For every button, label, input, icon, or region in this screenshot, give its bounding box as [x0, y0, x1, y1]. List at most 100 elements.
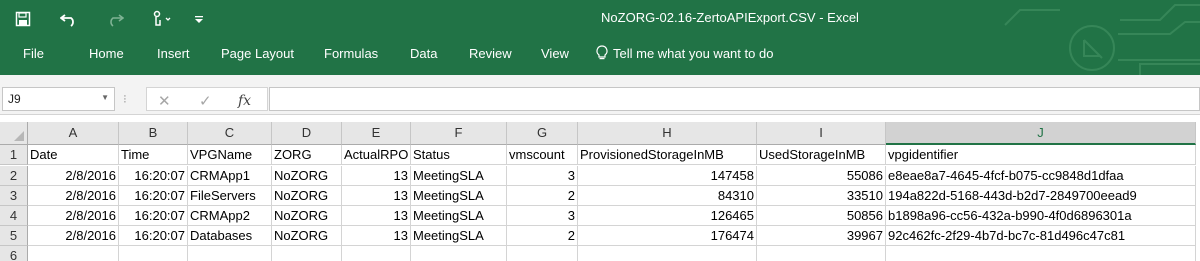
tab-review[interactable]: Review — [469, 46, 512, 61]
table-cell[interactable]: 2/8/2016 — [28, 206, 119, 226]
table-cell[interactable]: e8eae8a7-4645-4fcf-b075-cc9848d1dfaa — [886, 166, 1196, 186]
table-cell[interactable]: MeetingSLA — [411, 166, 507, 186]
table-cell[interactable] — [188, 246, 272, 261]
table-cell[interactable] — [507, 246, 578, 261]
table-cell[interactable]: NoZORG — [272, 206, 342, 226]
table-cell[interactable] — [28, 246, 119, 261]
header-cell[interactable]: UsedStorageInMB — [757, 145, 886, 165]
formula-bar-splitter[interactable]: ⁝ — [123, 92, 127, 106]
table-cell[interactable]: Databases — [188, 226, 272, 246]
worksheet-grid: A B C D E F G H I J 1 Date Time VPGName ZORG ActualRPO S… — [0, 122, 1200, 261]
circuit-decoration — [1004, 4, 1200, 75]
row-header-1[interactable]: 1 — [0, 145, 28, 165]
tab-formulas[interactable]: Formulas — [324, 46, 378, 61]
table-cell[interactable]: 176474 — [578, 226, 757, 246]
table-cell[interactable]: 16:20:07 — [119, 186, 188, 206]
table-cell[interactable]: 13 — [342, 166, 411, 186]
header-cell[interactable]: Date — [28, 145, 119, 165]
table-cell[interactable]: 39967 — [757, 226, 886, 246]
table-cell[interactable] — [411, 246, 507, 261]
table-cell[interactable]: 13 — [342, 226, 411, 246]
header-cell[interactable]: VPGName — [188, 145, 272, 165]
table-cell[interactable]: 147458 — [578, 166, 757, 186]
table-cell[interactable]: NoZORG — [272, 166, 342, 186]
column-header-a[interactable]: A — [28, 122, 119, 145]
table-cell[interactable]: 2 — [507, 226, 578, 246]
table-cell[interactable]: 2/8/2016 — [28, 186, 119, 206]
header-cell[interactable]: ZORG — [272, 145, 342, 165]
table-cell[interactable]: 2/8/2016 — [28, 226, 119, 246]
table-cell[interactable]: 194a822d-5168-443d-b2d7-2849700eead9 — [886, 186, 1196, 206]
table-cell[interactable]: 13 — [342, 186, 411, 206]
table-cell[interactable] — [886, 246, 1196, 261]
row-header-3[interactable]: 3 — [0, 186, 28, 206]
row-header-6[interactable]: 6 — [0, 246, 28, 261]
column-header-i[interactable]: I — [757, 122, 886, 145]
tab-file[interactable]: File — [23, 46, 44, 61]
column-header-h[interactable]: H — [578, 122, 757, 145]
ribbon-collapsed-area — [0, 75, 1200, 85]
header-cell[interactable]: vmscount — [507, 145, 578, 165]
column-header-f[interactable]: F — [411, 122, 507, 145]
name-box[interactable]: J9 ▼ — [2, 87, 115, 111]
table-cell[interactable]: 13 — [342, 206, 411, 226]
row-header-2[interactable]: 2 — [0, 166, 28, 186]
chevron-down-icon[interactable]: ▼ — [101, 93, 109, 102]
header-cell[interactable]: ActualRPO — [342, 145, 411, 165]
table-cell[interactable]: 50856 — [757, 206, 886, 226]
tab-page-layout[interactable]: Page Layout — [221, 46, 294, 61]
row-header-4[interactable]: 4 — [0, 206, 28, 226]
table-cell[interactable]: 2 — [507, 186, 578, 206]
column-header-b[interactable]: B — [119, 122, 188, 145]
table-cell[interactable] — [119, 246, 188, 261]
tab-view[interactable]: View — [541, 46, 569, 61]
table-cell[interactable] — [757, 246, 886, 261]
cancel-icon[interactable]: ✕ — [158, 92, 171, 110]
table-cell[interactable]: 126465 — [578, 206, 757, 226]
table-cell[interactable]: 2/8/2016 — [28, 166, 119, 186]
table-cell[interactable]: CRMApp2 — [188, 206, 272, 226]
table-cell[interactable]: 55086 — [757, 166, 886, 186]
column-header-d[interactable]: D — [272, 122, 342, 145]
table-cell[interactable]: b1898a96-cc56-432a-b990-4f0d6896301a — [886, 206, 1196, 226]
formula-input[interactable] — [269, 87, 1200, 111]
column-header-j[interactable]: J — [886, 122, 1196, 145]
enter-icon[interactable]: ✓ — [199, 92, 212, 110]
insert-function-icon[interactable]: fx — [238, 93, 251, 109]
header-cell[interactable]: Status — [411, 145, 507, 165]
lightbulb-icon — [596, 45, 608, 60]
table-cell[interactable]: FileServers — [188, 186, 272, 206]
table-cell[interactable]: MeetingSLA — [411, 206, 507, 226]
column-header-c[interactable]: C — [188, 122, 272, 145]
table-cell[interactable]: 16:20:07 — [119, 206, 188, 226]
select-all-button[interactable] — [0, 122, 28, 145]
header-cell[interactable]: vpgidentifier — [886, 145, 1196, 165]
table-cell[interactable]: 16:20:07 — [119, 226, 188, 246]
table-cell[interactable]: MeetingSLA — [411, 186, 507, 206]
table-cell[interactable]: CRMApp1 — [188, 166, 272, 186]
tab-data[interactable]: Data — [410, 46, 437, 61]
tell-me-label: Tell me what you want to do — [613, 45, 774, 61]
tab-insert[interactable]: Insert — [157, 46, 190, 61]
tab-home[interactable]: Home — [89, 46, 124, 61]
table-cell[interactable]: NoZORG — [272, 226, 342, 246]
row-header-5[interactable]: 5 — [0, 226, 28, 246]
header-cell[interactable]: ProvisionedStorageInMB — [578, 145, 757, 165]
column-header-e[interactable]: E — [342, 122, 411, 145]
formula-buttons: ✕ ✓ fx — [146, 87, 268, 111]
table-cell[interactable]: 92c462fc-2f29-4b7d-bc7c-81d496c47c81 — [886, 226, 1196, 246]
table-cell[interactable]: 3 — [507, 166, 578, 186]
header-cell[interactable]: Time — [119, 145, 188, 165]
table-cell[interactable]: NoZORG — [272, 186, 342, 206]
table-cell[interactable] — [272, 246, 342, 261]
tell-me-search[interactable]: Tell me what you want to do — [595, 45, 773, 61]
table-cell[interactable]: MeetingSLA — [411, 226, 507, 246]
table-cell[interactable]: 3 — [507, 206, 578, 226]
formula-bar: J9 ▼ ⁝ ✕ ✓ fx — [0, 85, 1200, 115]
table-cell[interactable]: 84310 — [578, 186, 757, 206]
table-cell[interactable] — [342, 246, 411, 261]
column-header-g[interactable]: G — [507, 122, 578, 145]
table-cell[interactable]: 16:20:07 — [119, 166, 188, 186]
table-cell[interactable]: 33510 — [757, 186, 886, 206]
table-cell[interactable] — [578, 246, 757, 261]
